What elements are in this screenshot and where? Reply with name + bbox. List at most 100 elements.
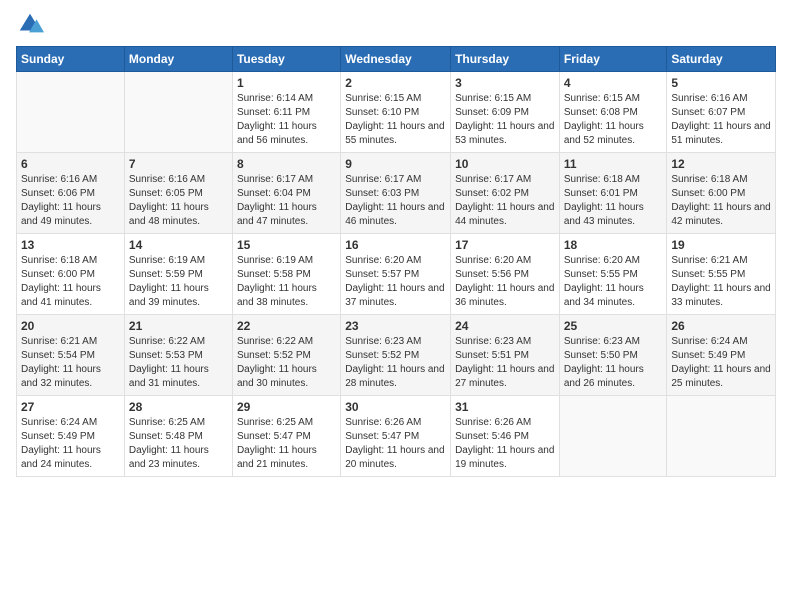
day-info: Sunrise: 6:18 AMSunset: 6:00 PMDaylight:…: [671, 173, 771, 229]
calendar-cell: 17 Sunrise: 6:20 AMSunset: 5:56 PMDayligh…: [451, 234, 560, 315]
day-info: Sunrise: 6:19 AMSunset: 5:58 PMDaylight:…: [237, 254, 336, 310]
day-info: Sunrise: 6:15 AMSunset: 6:09 PMDaylight:…: [455, 92, 555, 148]
calendar-cell: 1Sunrise: 6:14 AMSunset: 6:11 PMDaylight…: [232, 72, 340, 153]
day-number: 14: [129, 238, 228, 252]
calendar-cell: 3 Sunrise: 6:15 AMSunset: 6:09 PMDaylight…: [451, 72, 560, 153]
day-info: Sunrise: 6:26 AMSunset: 5:47 PMDaylight:…: [345, 416, 446, 472]
day-number: 13: [21, 238, 120, 252]
calendar-cell: 2 Sunrise: 6:15 AMSunset: 6:10 PMDaylight…: [341, 72, 451, 153]
day-number: 29: [237, 400, 336, 414]
calendar-page: SundayMondayTuesdayWednesdayThursdayFrid…: [0, 0, 792, 612]
calendar-cell: 16 Sunrise: 6:20 AMSunset: 5:57 PMDayligh…: [341, 234, 451, 315]
day-info: Sunrise: 6:24 AMSunset: 5:49 PMDaylight:…: [671, 335, 771, 391]
calendar-cell: 11Sunrise: 6:18 AMSunset: 6:01 PMDayligh…: [559, 153, 667, 234]
weekday-header-monday: Monday: [124, 47, 232, 72]
day-number: 23: [345, 319, 446, 333]
day-info: Sunrise: 6:22 AMSunset: 5:52 PMDaylight:…: [237, 335, 336, 391]
weekday-header-friday: Friday: [559, 47, 667, 72]
calendar-cell: 13 Sunrise: 6:18 AMSunset: 6:00 PMDayligh…: [17, 234, 125, 315]
day-number: 25: [564, 319, 663, 333]
week-row-2: 6 Sunrise: 6:16 AMSunset: 6:06 PMDaylight…: [17, 153, 776, 234]
day-info: Sunrise: 6:23 AMSunset: 5:52 PMDaylight:…: [345, 335, 446, 391]
calendar-cell: 6 Sunrise: 6:16 AMSunset: 6:06 PMDaylight…: [17, 153, 125, 234]
day-info: Sunrise: 6:21 AMSunset: 5:54 PMDaylight:…: [21, 335, 120, 391]
day-number: 4: [564, 76, 663, 90]
day-number: 16: [345, 238, 446, 252]
calendar-cell: 29 Sunrise: 6:25 AMSunset: 5:47 PMDayligh…: [232, 396, 340, 477]
day-number: 28: [129, 400, 228, 414]
day-info: Sunrise: 6:26 AMSunset: 5:46 PMDaylight:…: [455, 416, 555, 472]
day-number: 15: [237, 238, 336, 252]
day-info: Sunrise: 6:15 AMSunset: 6:08 PMDaylight:…: [564, 92, 663, 148]
day-info: Sunrise: 6:17 AMSunset: 6:03 PMDaylight:…: [345, 173, 446, 229]
week-row-1: 1Sunrise: 6:14 AMSunset: 6:11 PMDaylight…: [17, 72, 776, 153]
day-number: 30: [345, 400, 446, 414]
day-info: Sunrise: 6:21 AMSunset: 5:55 PMDaylight:…: [671, 254, 771, 310]
day-info: Sunrise: 6:17 AMSunset: 6:04 PMDaylight:…: [237, 173, 336, 229]
calendar-cell: 15 Sunrise: 6:19 AMSunset: 5:58 PMDayligh…: [232, 234, 340, 315]
day-number: 6: [21, 157, 120, 171]
calendar-cell: [559, 396, 667, 477]
day-info: Sunrise: 6:19 AMSunset: 5:59 PMDaylight:…: [129, 254, 228, 310]
week-row-3: 13 Sunrise: 6:18 AMSunset: 6:00 PMDayligh…: [17, 234, 776, 315]
calendar-cell: [17, 72, 125, 153]
calendar-cell: 22 Sunrise: 6:22 AMSunset: 5:52 PMDayligh…: [232, 315, 340, 396]
day-number: 3: [455, 76, 555, 90]
calendar-cell: 9 Sunrise: 6:17 AMSunset: 6:03 PMDaylight…: [341, 153, 451, 234]
day-number: 20: [21, 319, 120, 333]
day-number: 26: [671, 319, 771, 333]
day-info: Sunrise: 6:23 AMSunset: 5:51 PMDaylight:…: [455, 335, 555, 391]
calendar-cell: 20 Sunrise: 6:21 AMSunset: 5:54 PMDayligh…: [17, 315, 125, 396]
day-info: Sunrise: 6:16 AMSunset: 6:07 PMDaylight:…: [671, 92, 771, 148]
day-number: 27: [21, 400, 120, 414]
logo-icon: [16, 10, 44, 38]
day-info: Sunrise: 6:16 AMSunset: 6:05 PMDaylight:…: [129, 173, 228, 229]
calendar-cell: 7 Sunrise: 6:16 AMSunset: 6:05 PMDaylight…: [124, 153, 232, 234]
calendar-cell: 23 Sunrise: 6:23 AMSunset: 5:52 PMDayligh…: [341, 315, 451, 396]
day-number: 2: [345, 76, 446, 90]
day-info: Sunrise: 6:25 AMSunset: 5:48 PMDaylight:…: [129, 416, 228, 472]
calendar-cell: 30 Sunrise: 6:26 AMSunset: 5:47 PMDayligh…: [341, 396, 451, 477]
day-number: 19: [671, 238, 771, 252]
day-number: 9: [345, 157, 446, 171]
day-number: 18: [564, 238, 663, 252]
day-number: 22: [237, 319, 336, 333]
header: [16, 10, 776, 38]
day-number: 12: [671, 157, 771, 171]
day-info: Sunrise: 6:25 AMSunset: 5:47 PMDaylight:…: [237, 416, 336, 472]
day-number: 7: [129, 157, 228, 171]
calendar-cell: 4 Sunrise: 6:15 AMSunset: 6:08 PMDaylight…: [559, 72, 667, 153]
calendar-cell: 18 Sunrise: 6:20 AMSunset: 5:55 PMDayligh…: [559, 234, 667, 315]
day-info: Sunrise: 6:24 AMSunset: 5:49 PMDaylight:…: [21, 416, 120, 472]
calendar-cell: 10Sunrise: 6:17 AMSunset: 6:02 PMDayligh…: [451, 153, 560, 234]
calendar-cell: 27 Sunrise: 6:24 AMSunset: 5:49 PMDayligh…: [17, 396, 125, 477]
weekday-header-saturday: Saturday: [667, 47, 776, 72]
day-number: 24: [455, 319, 555, 333]
day-number: 11: [564, 157, 663, 171]
calendar-table: SundayMondayTuesdayWednesdayThursdayFrid…: [16, 46, 776, 477]
week-row-4: 20 Sunrise: 6:21 AMSunset: 5:54 PMDayligh…: [17, 315, 776, 396]
day-info: Sunrise: 6:22 AMSunset: 5:53 PMDaylight:…: [129, 335, 228, 391]
weekday-header-tuesday: Tuesday: [232, 47, 340, 72]
day-number: 10: [455, 157, 555, 171]
day-info: Sunrise: 6:20 AMSunset: 5:55 PMDaylight:…: [564, 254, 663, 310]
calendar-cell: 12 Sunrise: 6:18 AMSunset: 6:00 PMDayligh…: [667, 153, 776, 234]
day-info: Sunrise: 6:16 AMSunset: 6:06 PMDaylight:…: [21, 173, 120, 229]
day-number: 17: [455, 238, 555, 252]
day-info: Sunrise: 6:18 AMSunset: 6:00 PMDaylight:…: [21, 254, 120, 310]
day-number: 8: [237, 157, 336, 171]
calendar-cell: 19 Sunrise: 6:21 AMSunset: 5:55 PMDayligh…: [667, 234, 776, 315]
calendar-cell: 24 Sunrise: 6:23 AMSunset: 5:51 PMDayligh…: [451, 315, 560, 396]
day-info: Sunrise: 6:15 AMSunset: 6:10 PMDaylight:…: [345, 92, 446, 148]
day-info: Sunrise: 6:20 AMSunset: 5:57 PMDaylight:…: [345, 254, 446, 310]
day-number: 5: [671, 76, 771, 90]
day-number: 21: [129, 319, 228, 333]
calendar-cell: 31Sunrise: 6:26 AMSunset: 5:46 PMDayligh…: [451, 396, 560, 477]
weekday-header-wednesday: Wednesday: [341, 47, 451, 72]
day-info: Sunrise: 6:23 AMSunset: 5:50 PMDaylight:…: [564, 335, 663, 391]
day-info: Sunrise: 6:20 AMSunset: 5:56 PMDaylight:…: [455, 254, 555, 310]
weekday-header-thursday: Thursday: [451, 47, 560, 72]
weekday-header-row: SundayMondayTuesdayWednesdayThursdayFrid…: [17, 47, 776, 72]
calendar-cell: 26 Sunrise: 6:24 AMSunset: 5:49 PMDayligh…: [667, 315, 776, 396]
calendar-cell: 8 Sunrise: 6:17 AMSunset: 6:04 PMDaylight…: [232, 153, 340, 234]
